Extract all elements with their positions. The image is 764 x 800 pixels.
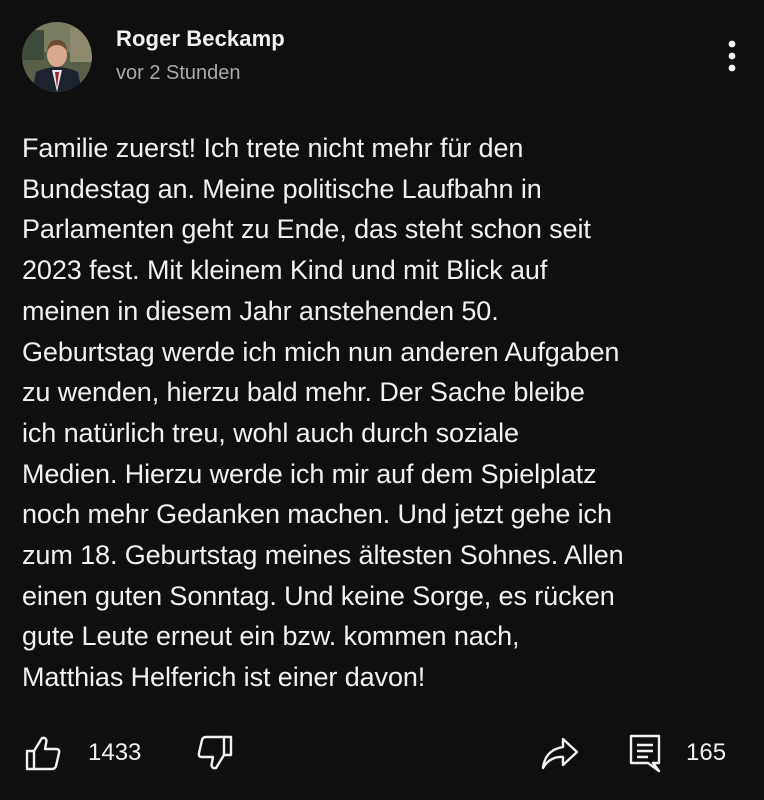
author-avatar[interactable] xyxy=(22,22,92,92)
thumbs-up-icon xyxy=(25,736,61,771)
more-vert-icon xyxy=(728,40,736,72)
like-count: 1433 xyxy=(88,739,142,766)
post-text: Familie zuerst! Ich trete nicht mehr für… xyxy=(22,133,624,693)
comment-icon xyxy=(629,734,661,773)
share-icon xyxy=(541,737,579,770)
more-options-button[interactable] xyxy=(714,36,750,76)
dislike-button[interactable] xyxy=(196,728,234,778)
share-button[interactable] xyxy=(540,728,580,778)
comment-count: 165 xyxy=(686,739,727,766)
thumbs-down-icon xyxy=(197,735,233,770)
avatar-image xyxy=(22,22,92,92)
comments-button[interactable]: 165 xyxy=(628,728,726,778)
author-name[interactable]: Roger Beckamp xyxy=(116,26,285,52)
community-post: Roger Beckamp vor 2 Stunden Familie zuer… xyxy=(0,0,764,800)
post-timestamp: vor 2 Stunden xyxy=(116,62,241,84)
like-button[interactable]: 1433 xyxy=(24,728,141,778)
action-bar: 1433 165 xyxy=(0,728,764,778)
